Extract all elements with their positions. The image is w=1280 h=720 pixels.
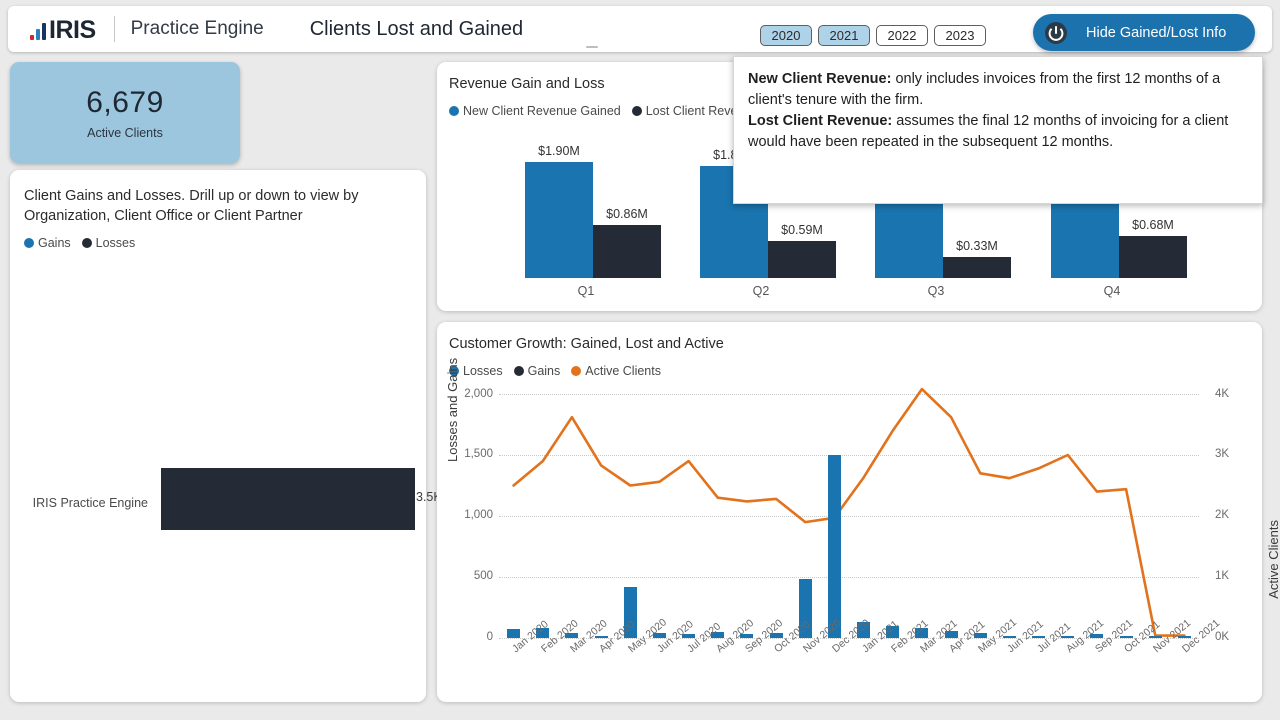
revenue-bar-lost-q3[interactable] — [943, 257, 1011, 278]
revenue-value-lost-q4: $0.68M — [1132, 218, 1174, 232]
growth-ytick-2000: 2,000 — [464, 388, 493, 400]
legend-dot-growth-active — [571, 366, 582, 376]
logo-text: IRIS — [49, 16, 96, 44]
legend-label-losses: Losses — [95, 236, 136, 250]
drill-bar-chart: IRIS Practice Engine 3.5K — [30, 460, 442, 550]
growth-ytick-0: 0 — [486, 631, 493, 643]
year-button-2022[interactable]: 2022 — [876, 25, 928, 46]
revenue-bar-lost-q2[interactable] — [768, 241, 836, 278]
iris-logo: IRIS — [30, 16, 96, 44]
revenue-value-lost-q3: $0.33M — [956, 239, 998, 253]
app-header: IRIS Practice Engine Clients Lost and Ga… — [8, 6, 1272, 52]
revenue-value-gained-q1: $1.90M — [538, 144, 580, 158]
growth-y2tick-4k: 4K — [1215, 388, 1230, 400]
active-clients-label: Active Clients — [87, 125, 163, 140]
revenue-value-lost-q1: $0.86M — [606, 207, 648, 221]
revenue-panel-title: Revenue Gain and Loss — [449, 76, 605, 92]
product-name: Practice Engine — [130, 18, 264, 39]
customer-growth-title: Customer Growth: Gained, Lost and Active — [449, 336, 724, 352]
legend-item-gains[interactable]: Gains — [24, 236, 71, 250]
hide-gained-lost-info-button[interactable]: Hide Gained/Lost Info — [1033, 14, 1255, 51]
active-clients-kpi-card[interactable]: 6,679 Active Clients — [10, 62, 240, 163]
revenue-info-tooltip: New Client Revenue: only includes invoic… — [733, 56, 1263, 204]
collapse-handle-icon[interactable] — [586, 46, 598, 48]
legend-item-growth-gains[interactable]: Gains — [513, 364, 561, 378]
customer-growth-legend: Losses Gains Active Clients — [449, 364, 724, 378]
active-clients-value: 6,679 — [86, 85, 164, 119]
legend-item-growth-active[interactable]: Active Clients — [571, 364, 661, 378]
tooltip-label-new-client-revenue: New Client Revenue: — [748, 71, 892, 87]
legend-dot-gains — [24, 238, 34, 248]
growth-ytick-1500: 1,500 — [464, 448, 493, 460]
revenue-x-label-q1: Q1 — [577, 284, 595, 298]
legend-label-growth-losses: Losses — [463, 364, 503, 378]
header-divider — [113, 16, 115, 42]
revenue-value-lost-q2: $0.59M — [781, 223, 823, 237]
growth-y2tick-1k: 1K — [1215, 570, 1230, 582]
growth-y2tick-3k: 3K — [1215, 448, 1230, 460]
drill-category-label: IRIS Practice Engine — [32, 496, 148, 510]
revenue-bar-lost-q1[interactable] — [593, 225, 661, 278]
power-icon — [1045, 21, 1067, 44]
growth-bar-losses[interactable] — [507, 629, 521, 638]
dashboard-root: IRIS Practice Engine Clients Lost and Ga… — [0, 0, 1280, 720]
legend-dot-new-client-revenue — [449, 106, 459, 116]
revenue-group-q1: $1.90M $0.86M Q1 — [511, 140, 661, 298]
legend-label-new-client-revenue: New Client Revenue Gained — [463, 104, 621, 118]
year-filter-group: 2020 2021 2022 2023 — [760, 25, 986, 46]
tooltip-line-new-client-revenue: New Client Revenue: only includes invoic… — [748, 69, 1248, 111]
revenue-bar-gained-q1[interactable] — [525, 162, 593, 278]
customer-growth-panel: Customer Growth: Gained, Lost and Active… — [437, 322, 1280, 702]
client-gains-losses-panel: Client Gains and Losses. Drill up or dow… — [10, 170, 442, 702]
logo-bars-icon — [30, 20, 46, 40]
page-title: Clients Lost and Gained — [309, 17, 524, 40]
drill-bar-losses[interactable] — [161, 468, 415, 530]
legend-label-growth-active: Active Clients — [585, 364, 661, 378]
tooltip-line-lost-client-revenue: Lost Client Revenue: assumes the final 1… — [748, 111, 1248, 153]
client-gains-losses-title: Client Gains and Losses. Drill up or dow… — [24, 188, 359, 224]
legend-label-growth-gains: Gains — [527, 364, 561, 378]
revenue-bar-lost-q4[interactable] — [1119, 236, 1187, 278]
active-clients-line — [512, 387, 1186, 637]
growth-ytick-1000: 1,000 — [464, 509, 493, 521]
year-button-2021[interactable]: 2021 — [818, 25, 870, 46]
client-gains-losses-legend: Gains Losses — [24, 236, 394, 250]
legend-item-new-client-revenue[interactable]: New Client Revenue Gained — [449, 104, 621, 118]
legend-label-gains: Gains — [38, 236, 71, 250]
legend-dot-lost-client-revenue — [631, 106, 642, 116]
revenue-x-label-q4: Q4 — [1103, 284, 1121, 298]
growth-plot-area: Jan 2020 Feb 2020 Mar 2020 Apr 2020 May 2020… — [499, 387, 1223, 655]
year-button-2020[interactable]: 2020 — [760, 25, 812, 46]
revenue-x-label-q3: Q3 — [927, 284, 945, 298]
revenue-x-label-q2: Q2 — [752, 284, 770, 298]
growth-y2tick-2k: 2K — [1215, 509, 1230, 521]
year-button-2023[interactable]: 2023 — [934, 25, 986, 46]
growth-bar-losses[interactable] — [827, 455, 841, 638]
legend-dot-growth-gains — [513, 366, 524, 376]
growth-y2tick-0k: 0K — [1215, 631, 1230, 643]
growth-ytick-500: 500 — [473, 570, 493, 582]
growth-y2-axis-label: Active Clients — [1266, 520, 1280, 599]
growth-y-axis-label: Losses and Gains — [445, 357, 460, 462]
legend-dot-losses — [81, 238, 92, 248]
legend-item-losses[interactable]: Losses — [81, 236, 136, 250]
revenue-legend: New Client Revenue Gained Lost Client Re… — [449, 104, 776, 118]
hide-gained-lost-info-label: Hide Gained/Lost Info — [1086, 24, 1227, 41]
tooltip-label-lost-client-revenue: Lost Client Revenue: — [748, 113, 893, 129]
